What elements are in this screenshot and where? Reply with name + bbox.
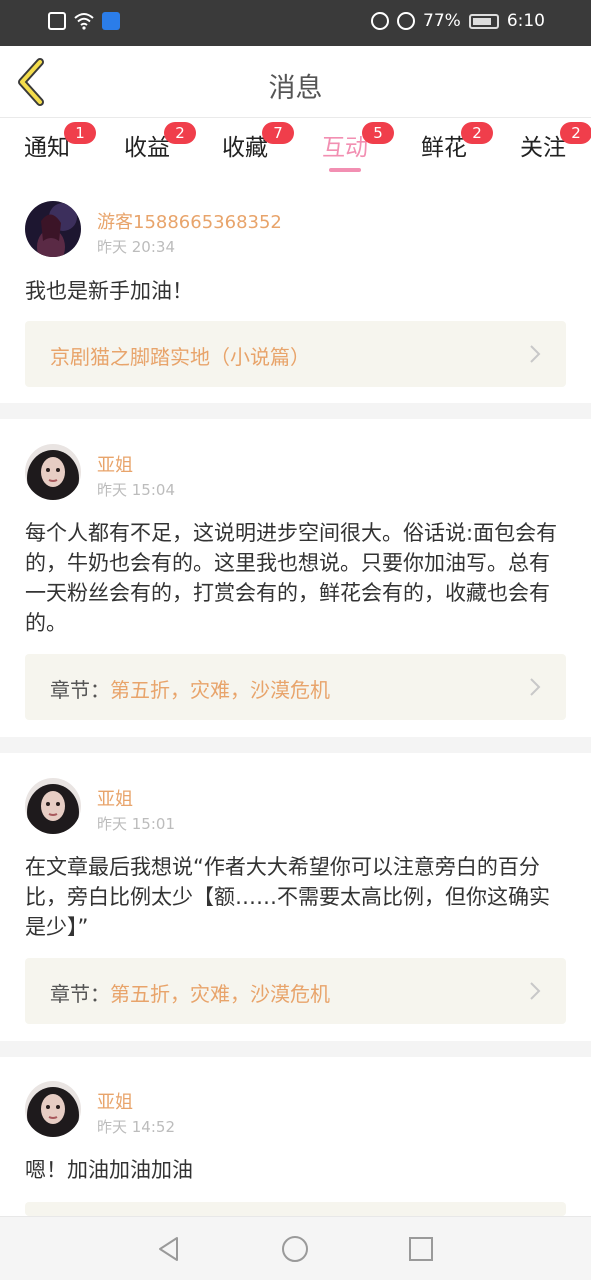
tab-follows[interactable]: 关注 2 [520, 122, 591, 172]
chevron-right-icon [530, 982, 541, 1000]
avatar[interactable] [25, 778, 81, 834]
message-item: 亚姐 昨天 14:52 嗯！加油加油加油 [0, 1057, 591, 1216]
status-left-icons [48, 12, 120, 30]
avatar-image [25, 1081, 81, 1137]
page-title: 消息 [268, 73, 323, 104]
message-content: 我也是新手加油！ [25, 279, 193, 303]
reference-title: 第五折，灾难，沙漠危机 [110, 678, 330, 702]
tab-badge: 2 [560, 122, 591, 144]
nav-back-icon[interactable] [155, 1235, 183, 1263]
divider [0, 737, 591, 753]
username[interactable]: 游客1588665368352 [97, 208, 282, 234]
app-header: 消息 [0, 46, 591, 118]
reference-card[interactable]: 京剧猫之脚踏实地（小说篇） [25, 321, 566, 387]
reference-card[interactable]: 章节：第五折，灾难，沙漠危机 [25, 654, 566, 720]
clock: 6:10 [506, 11, 545, 31]
avatar[interactable] [25, 201, 81, 257]
divider [0, 1041, 591, 1057]
alarm-icon [397, 12, 416, 30]
reference-prefix: 章节： [50, 982, 110, 1006]
vibrate-icon [371, 12, 390, 30]
battery-icon [468, 13, 499, 29]
battery-percent: 77% [423, 11, 461, 31]
message-content: 每个人都有不足，这说明进步空间很大。俗话说:面包会有的，牛奶也会有的。这里我也想… [25, 521, 558, 635]
username[interactable]: 亚姐 [97, 785, 133, 811]
active-tab-indicator [329, 168, 361, 172]
timestamp: 昨天 15:01 [97, 815, 175, 833]
tab-bar: 通知 1 收益 2 收藏 7 互动 5 鲜花 2 关注 2 [0, 118, 591, 174]
chevron-right-icon [530, 678, 541, 696]
tab-badge: 2 [461, 122, 493, 144]
tab-notifications[interactable]: 通知 1 [24, 122, 96, 172]
username[interactable]: 亚姐 [97, 1088, 133, 1114]
reference-title: 第五折，灾难，沙漠危机 [110, 982, 330, 1006]
reference-line: 章节：第五折，灾难，沙漠危机 [50, 978, 330, 1007]
nav-home-icon[interactable] [281, 1235, 309, 1263]
message-content: 在文章最后我想说“作者大大希望你可以注意旁白的百分比，旁白比例太少【额……不需要… [25, 855, 550, 939]
message-content: 嗯！加油加油加油 [25, 1158, 193, 1182]
status-bar: 77% 6:10 [0, 0, 591, 46]
app-notification-icon [102, 12, 120, 30]
chevron-right-icon [530, 345, 541, 363]
username[interactable]: 亚姐 [97, 451, 133, 477]
reference-title: 京剧猫之脚踏实地（小说篇） [50, 345, 310, 369]
reference-card[interactable]: 章节：第五折，灾难，沙漠危机 [25, 958, 566, 1024]
avatar-image [25, 201, 81, 257]
tab-badge: 1 [64, 122, 96, 144]
wifi-icon [74, 13, 94, 30]
reference-prefix: 章节： [50, 678, 110, 702]
message-item: 亚姐 昨天 15:01 在文章最后我想说“作者大大希望你可以注意旁白的百分比，旁… [0, 753, 591, 1041]
timestamp: 昨天 20:34 [97, 238, 175, 256]
reference-card[interactable] [25, 1202, 566, 1216]
avatar-image [25, 778, 81, 834]
reference-line: 章节：第五折，灾难，沙漠危机 [50, 674, 330, 703]
message-item: 亚姐 昨天 15:04 每个人都有不足，这说明进步空间很大。俗话说:面包会有的，… [0, 419, 591, 737]
tab-flowers[interactable]: 鲜花 2 [421, 122, 493, 172]
tab-badge: 7 [262, 122, 294, 144]
sim-alert-icon [48, 12, 66, 30]
tab-favorites[interactable]: 收藏 7 [222, 122, 294, 172]
tab-badge: 2 [164, 122, 196, 144]
timestamp: 昨天 15:04 [97, 481, 175, 499]
divider [0, 403, 591, 419]
message-item: 游客1588665368352 昨天 20:34 我也是新手加油！ 京剧猫之脚踏… [0, 180, 591, 403]
tab-earnings[interactable]: 收益 2 [124, 122, 196, 172]
avatar[interactable] [25, 444, 81, 500]
nav-recents-icon[interactable] [407, 1235, 435, 1263]
avatar[interactable] [25, 1081, 81, 1137]
avatar-image [25, 444, 81, 500]
timestamp: 昨天 14:52 [97, 1118, 175, 1136]
reference-line: 京剧猫之脚踏实地（小说篇） [50, 341, 310, 370]
tab-interactions[interactable]: 互动 5 [322, 122, 394, 172]
status-right-icons: 77% 6:10 [371, 11, 545, 31]
tab-badge: 5 [362, 122, 394, 144]
system-nav-bar [0, 1216, 591, 1280]
